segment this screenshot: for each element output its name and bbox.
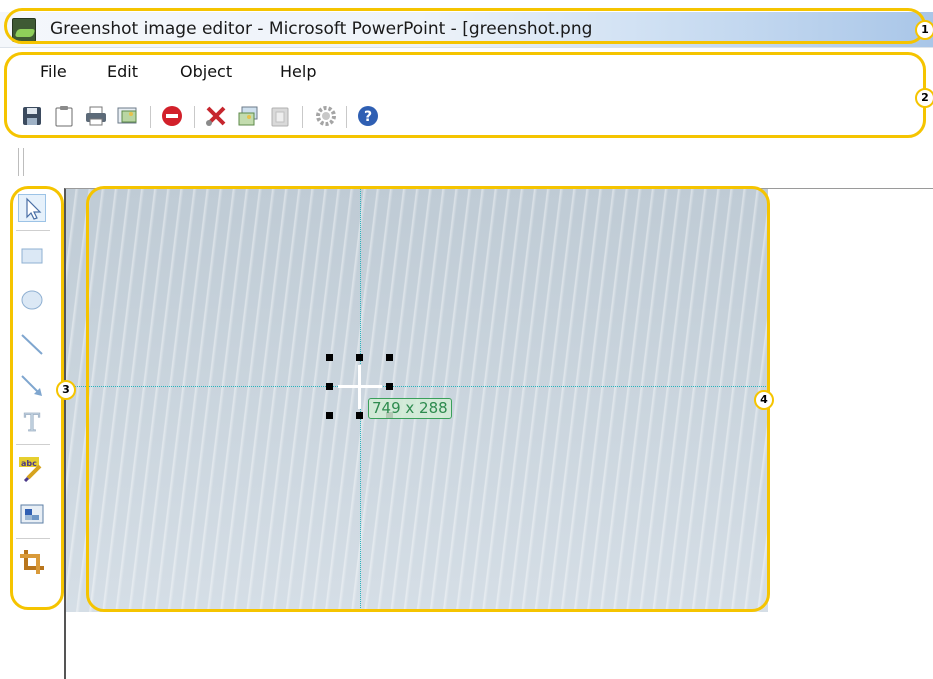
callout-canvas bbox=[86, 186, 770, 612]
callout-badge: 1 bbox=[915, 20, 933, 40]
callout-menu-toolbar bbox=[4, 52, 926, 138]
toolbar-grip[interactable] bbox=[18, 148, 24, 176]
callout-title-bar bbox=[4, 8, 926, 44]
callout-badge: 4 bbox=[754, 390, 774, 410]
callout-badge: 3 bbox=[56, 380, 76, 400]
callout-tools-panel bbox=[10, 186, 64, 610]
callout-badge: 2 bbox=[915, 88, 933, 108]
